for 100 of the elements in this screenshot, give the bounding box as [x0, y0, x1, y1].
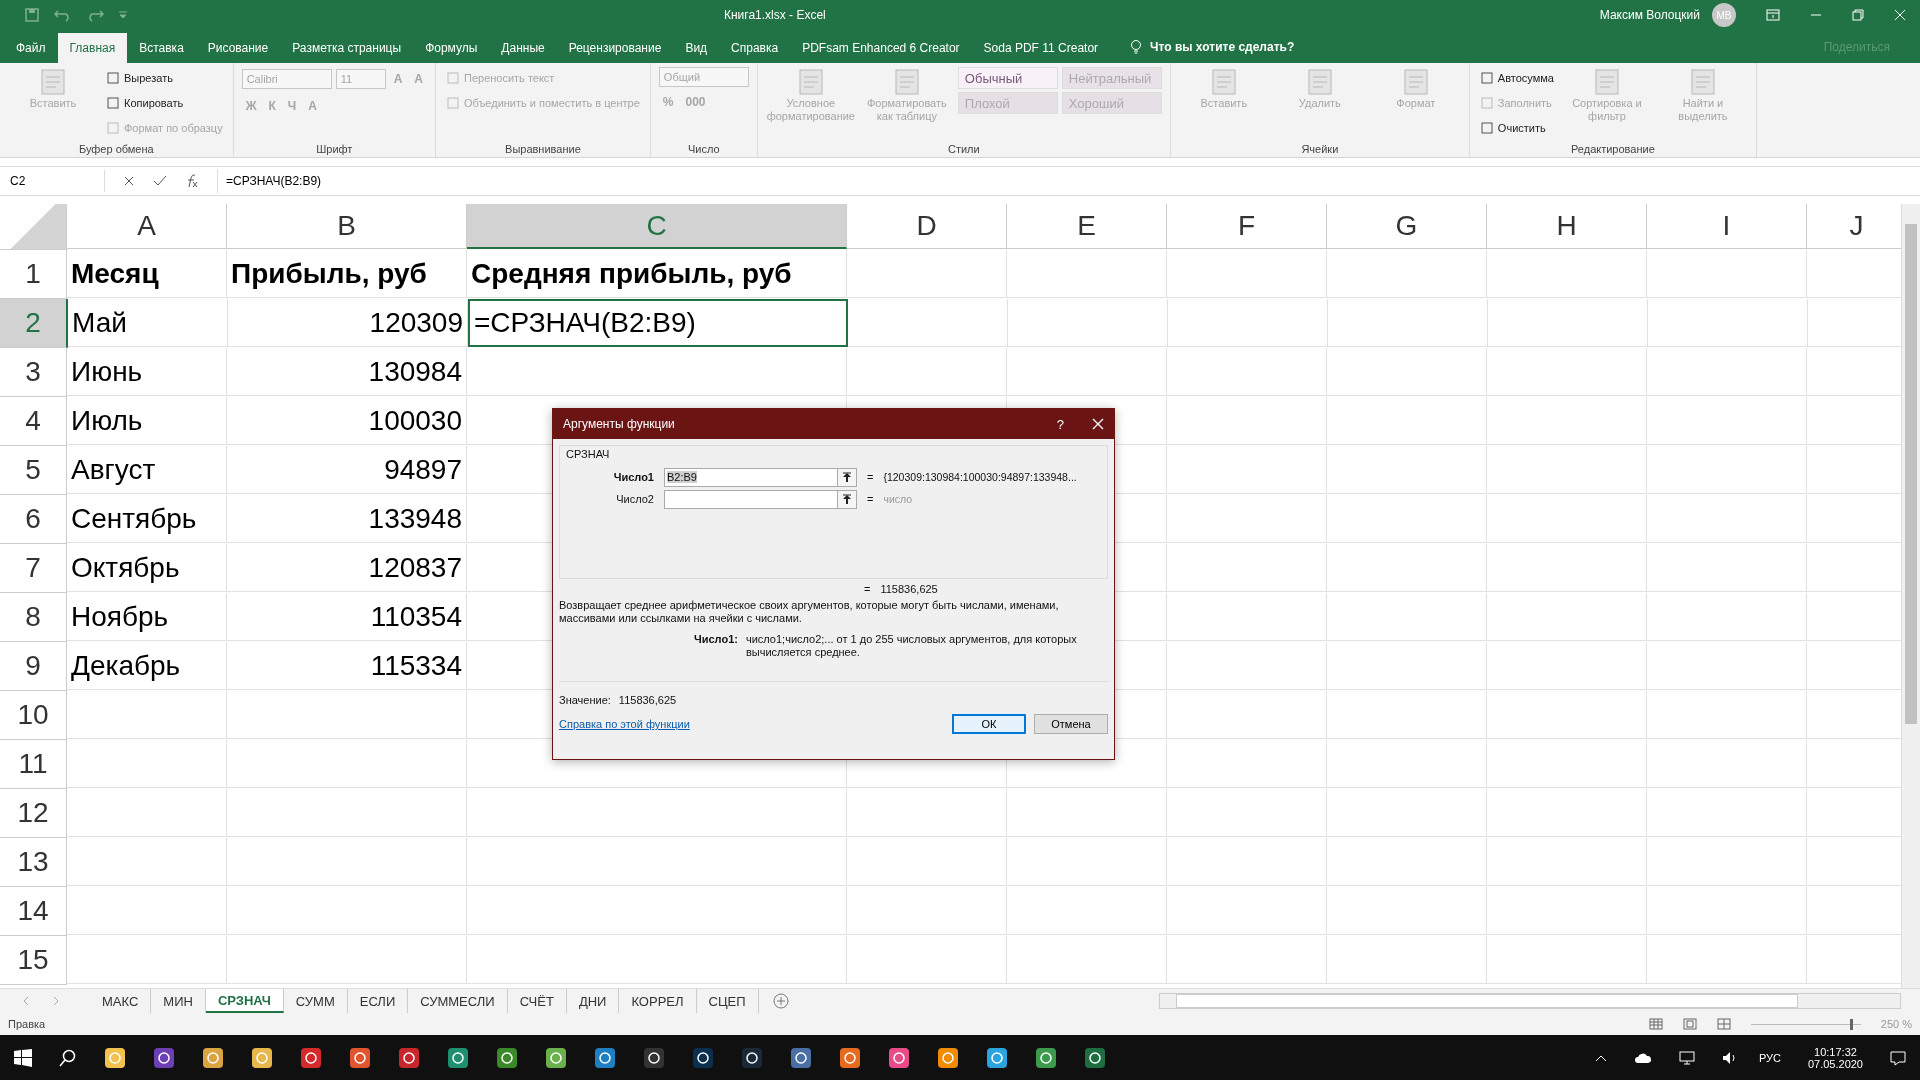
- table-cell[interactable]: [1647, 446, 1807, 494]
- table-cell[interactable]: [1327, 446, 1487, 494]
- app-icon[interactable]: [545, 1046, 567, 1069]
- restore-icon[interactable]: [1852, 9, 1864, 21]
- table-cell[interactable]: [227, 691, 467, 739]
- table-cell[interactable]: [67, 887, 227, 935]
- table-cell[interactable]: [467, 838, 847, 886]
- row-header[interactable]: 9: [0, 642, 67, 691]
- enter-icon[interactable]: [153, 175, 167, 187]
- app-icon[interactable]: [153, 1046, 175, 1069]
- zoom-slider-thumb[interactable]: [1849, 1018, 1853, 1030]
- help-link[interactable]: Справка по этой функции: [559, 718, 690, 730]
- table-cell[interactable]: [227, 936, 467, 984]
- ribbon-tab[interactable]: Вставка: [127, 33, 196, 63]
- cloud-icon[interactable]: [1633, 1051, 1652, 1064]
- table-cell[interactable]: [1007, 250, 1167, 298]
- sheet-tab[interactable]: СРЗНАЧ: [205, 989, 284, 1013]
- row-header[interactable]: 2: [0, 299, 68, 348]
- table-cell[interactable]: [1007, 838, 1167, 886]
- ribbon-tab[interactable]: Файл: [4, 33, 58, 63]
- customize-icon[interactable]: [118, 10, 128, 20]
- speaker-icon[interactable]: [1721, 1050, 1738, 1065]
- table-cell[interactable]: [1487, 838, 1647, 886]
- table-cell[interactable]: [1647, 740, 1807, 788]
- function-icon[interactable]: [185, 174, 199, 188]
- row-header[interactable]: 6: [0, 495, 67, 544]
- help-button[interactable]: ?: [1056, 416, 1064, 432]
- table-cell[interactable]: [1647, 544, 1807, 592]
- clock-time[interactable]: 10:17:32: [1814, 1045, 1857, 1058]
- table-cell[interactable]: [1167, 887, 1327, 935]
- column-header[interactable]: G: [1327, 204, 1487, 249]
- table-cell[interactable]: [847, 789, 1007, 837]
- table-cell[interactable]: [1487, 642, 1647, 690]
- table-cell[interactable]: [467, 887, 847, 935]
- horizontal-scrollbar[interactable]: [1158, 993, 1901, 1009]
- table-cell[interactable]: [1647, 887, 1807, 935]
- ribbon-tab[interactable]: PDFsam Enhanced 6 Creator: [790, 33, 972, 63]
- table-cell[interactable]: [1167, 250, 1327, 298]
- ribbon-tab[interactable]: Главная: [57, 33, 128, 63]
- app-icon[interactable]: [741, 1046, 763, 1069]
- app-icon[interactable]: [398, 1046, 420, 1069]
- table-cell[interactable]: [1007, 936, 1167, 984]
- table-cell[interactable]: 110354: [227, 593, 467, 641]
- table-cell[interactable]: [1487, 397, 1647, 445]
- tell-me-field[interactable]: Что вы хотите сделать?: [1150, 40, 1295, 54]
- ribbon-tab[interactable]: Формулы: [413, 33, 490, 63]
- collapse-dialog-button[interactable]: [837, 467, 857, 487]
- table-cell[interactable]: Средняя прибыль, руб: [467, 250, 847, 298]
- page-layout-icon[interactable]: [1682, 1018, 1697, 1030]
- ribbon-tab[interactable]: Разметка страницы: [280, 33, 414, 63]
- table-cell[interactable]: [1167, 446, 1327, 494]
- table-cell[interactable]: [1007, 789, 1167, 837]
- table-cell[interactable]: 130984: [227, 348, 467, 396]
- ribbon-tab[interactable]: Рисование: [195, 33, 281, 63]
- table-cell[interactable]: [227, 740, 467, 788]
- ribbon-tab[interactable]: Вид: [673, 33, 720, 63]
- page-break-icon[interactable]: [1716, 1018, 1731, 1030]
- app-icon[interactable]: [202, 1046, 224, 1069]
- normal-view-icon[interactable]: [1648, 1018, 1663, 1030]
- dialog-button[interactable]: ОК: [952, 714, 1026, 734]
- column-header[interactable]: I: [1647, 204, 1807, 249]
- redo-icon[interactable]: [86, 8, 104, 22]
- argument-field[interactable]: [664, 489, 838, 509]
- table-cell[interactable]: [1327, 887, 1487, 935]
- row-header[interactable]: 8: [0, 593, 67, 642]
- network-icon[interactable]: [1678, 1050, 1695, 1065]
- ribbon-tab[interactable]: Справка: [719, 33, 791, 63]
- ribbon-button[interactable]: Вырезать: [104, 67, 175, 89]
- table-cell[interactable]: [1167, 397, 1327, 445]
- language-indicator[interactable]: РУС: [1758, 1051, 1781, 1064]
- table-cell[interactable]: [227, 838, 467, 886]
- table-cell[interactable]: [1647, 593, 1807, 641]
- row-header[interactable]: 14: [0, 887, 67, 936]
- table-cell[interactable]: Май: [68, 299, 228, 347]
- column-header[interactable]: C: [467, 204, 847, 249]
- table-cell[interactable]: [1167, 838, 1327, 886]
- ribbon-button[interactable]: Автосумма: [1477, 67, 1556, 89]
- column-header[interactable]: B: [227, 204, 467, 249]
- table-cell[interactable]: 133948: [227, 495, 467, 543]
- table-cell[interactable]: [467, 789, 847, 837]
- table-cell[interactable]: [1327, 838, 1487, 886]
- cell-style[interactable]: Обычный: [957, 67, 1058, 89]
- table-cell[interactable]: [847, 887, 1007, 935]
- table-cell[interactable]: [1007, 887, 1167, 935]
- table-cell[interactable]: [1647, 838, 1807, 886]
- row-header[interactable]: 11: [0, 740, 67, 789]
- column-header[interactable]: E: [1007, 204, 1167, 249]
- windows-start-icon[interactable]: [14, 1048, 32, 1067]
- column-header[interactable]: D: [847, 204, 1007, 249]
- save-icon[interactable]: [24, 7, 40, 23]
- app-icon[interactable]: [496, 1046, 518, 1069]
- table-cell[interactable]: [1487, 887, 1647, 935]
- table-cell[interactable]: [1327, 789, 1487, 837]
- table-cell[interactable]: [467, 348, 847, 396]
- table-cell[interactable]: Декабрь: [67, 642, 227, 690]
- row-header[interactable]: 7: [0, 544, 67, 593]
- table-cell[interactable]: [1647, 348, 1807, 396]
- table-cell[interactable]: [1647, 250, 1807, 298]
- chevron-up-icon[interactable]: [1594, 1053, 1607, 1062]
- table-cell[interactable]: [1167, 348, 1327, 396]
